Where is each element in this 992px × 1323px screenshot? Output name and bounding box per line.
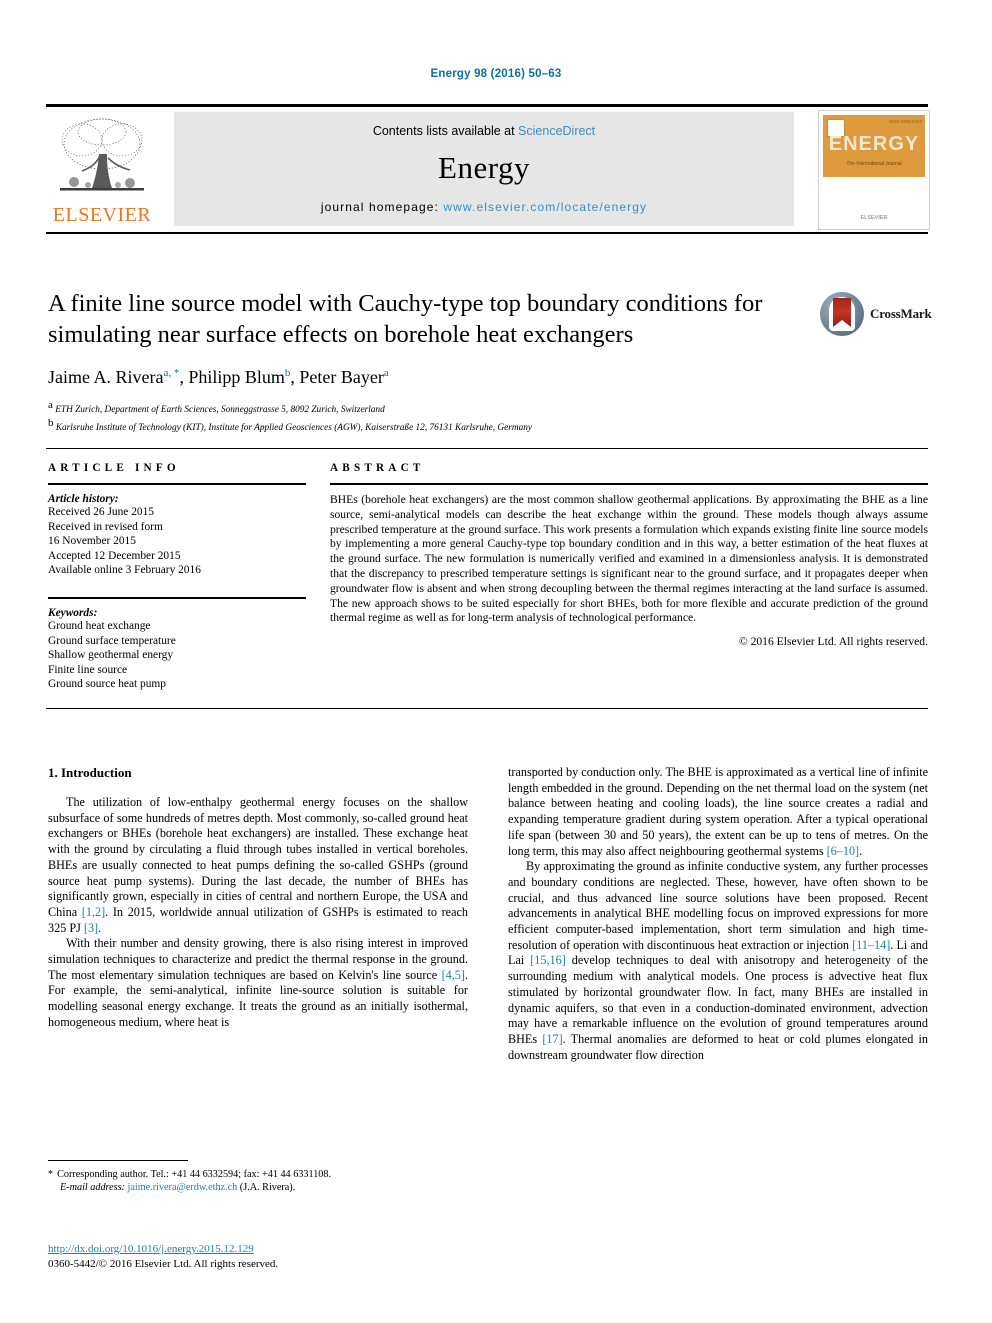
author-affil-mark: a	[383, 367, 389, 379]
page-title: A finite line source model with Cauchy-t…	[48, 290, 763, 348]
paragraph: transported by conduction only. The BHE …	[508, 765, 928, 858]
corresponding-author-note: * Corresponding author. Tel.: +41 44 6332…	[48, 1168, 468, 1181]
citation-reference[interactable]: [11–14]	[852, 938, 890, 952]
info-top-rule	[46, 448, 928, 449]
history-item: Accepted 12 December 2015	[48, 549, 181, 562]
homepage-link[interactable]: www.elsevier.com/locate/energy	[443, 200, 647, 214]
citation-reference[interactable]: [17]	[542, 1032, 562, 1046]
history-item: 16 November 2015	[48, 535, 136, 548]
affiliation-item: b Karlsruhe Institute of Technology (KIT…	[48, 417, 808, 435]
info-bottom-rule	[46, 708, 928, 709]
issn-copyright-line: 0360-5442/© 2016 Elsevier Ltd. All right…	[48, 1258, 279, 1270]
cover-issn-label: ISSN 0360-5442	[888, 119, 922, 124]
crossmark-badge[interactable]: CrossMark	[820, 292, 932, 338]
keyword-item: Ground surface temperature	[48, 634, 176, 647]
email-label: E-mail address:	[60, 1182, 125, 1194]
affiliation-mark: b	[48, 416, 54, 429]
keyword-item: Ground heat exchange	[48, 619, 151, 632]
journal-title: Energy	[438, 150, 530, 185]
abstract-column: ABSTRACT BHEs (borehole heat exchangers)…	[330, 462, 928, 648]
section-heading-introduction: 1. Introduction	[48, 765, 132, 780]
journal-cover-thumbnail: ISSN 0360-5442 ENERGY The International …	[818, 110, 930, 230]
citation-reference[interactable]: [3]	[84, 921, 98, 935]
masthead-top-rule	[46, 104, 928, 107]
keyword-item: Finite line source	[48, 663, 128, 676]
cover-title: ENERGY	[828, 133, 920, 155]
author-name: Peter Bayer	[299, 367, 384, 387]
author-affil-mark: b	[284, 367, 291, 379]
affiliation-list: a ETH Zurich, Department of Earth Scienc…	[48, 399, 808, 434]
history-item: Received 26 June 2015	[48, 506, 154, 518]
abstract-text: BHEs (borehole heat exchangers) are the …	[330, 493, 928, 625]
body-column-left: 1. Introduction The utilization of low-e…	[48, 765, 468, 1031]
affiliation-text: ETH Zurich, Department of Earth Sciences…	[55, 405, 385, 416]
footnote-block: * Corresponding author. Tel.: +41 44 6332…	[48, 1168, 468, 1195]
keyword-item: Shallow geothermal energy	[48, 649, 174, 662]
article-info-rule	[48, 483, 306, 485]
abstract-copyright: © 2016 Elsevier Ltd. All rights reserved…	[738, 635, 928, 649]
citation-reference[interactable]: [4,5]	[442, 968, 465, 982]
cover-subtitle: The International Journal	[846, 161, 902, 167]
contents-available-line: Contents lists available at ScienceDirec…	[174, 112, 794, 138]
sciencedirect-link[interactable]: ScienceDirect	[518, 124, 595, 138]
masthead-bottom-rule	[46, 232, 928, 234]
journal-masthead: ELSEVIER Contents lists available at Sci…	[46, 110, 930, 230]
paragraph: With their number and density growing, t…	[48, 936, 468, 1029]
article-history-label: Article history:	[48, 493, 119, 505]
paper-page: Energy 98 (2016) 50–63 ELSEVIER Contents…	[0, 0, 992, 1323]
keywords-label: Keywords:	[48, 606, 98, 619]
elsevier-wordmark: ELSEVIER	[52, 204, 152, 226]
history-item: Received in revised form	[48, 520, 163, 533]
footnote-star-marker: *	[48, 1169, 54, 1180]
author-name: Philipp Blum	[188, 367, 285, 387]
paragraph: By approximating the ground as infinite …	[508, 859, 928, 1062]
crossmark-circle-icon	[820, 292, 864, 336]
masthead-center-panel: Contents lists available at ScienceDirec…	[174, 112, 794, 226]
footnote-rule	[48, 1160, 188, 1161]
keyword-item: Ground source heat pump	[48, 678, 166, 691]
article-info-heading: ARTICLE INFO	[48, 462, 180, 474]
author-list: Jaime A. Riveraa, *, Philipp Blumb, Pete…	[48, 367, 389, 387]
affiliation-text: Karlsruhe Institute of Technology (KIT),…	[55, 422, 532, 433]
doi-block: http://dx.doi.org/10.1016/j.energy.2015.…	[48, 1242, 508, 1272]
corresponding-author-text: Corresponding author. Tel.: +41 44 63325…	[57, 1169, 332, 1180]
elsevier-tree-icon	[52, 114, 152, 200]
author-name: Jaime A. Rivera	[48, 367, 164, 387]
affiliation-item: a ETH Zurich, Department of Earth Scienc…	[48, 399, 808, 417]
abstract-rule	[330, 483, 928, 485]
email-owner: (J.A. Rivera).	[239, 1182, 296, 1194]
article-info-column: ARTICLE INFO Article history: Received 2…	[48, 462, 306, 692]
journal-homepage-line: journal homepage: www.elsevier.com/locat…	[174, 200, 794, 214]
affiliation-mark: a	[48, 399, 53, 411]
body-column-right: transported by conduction only. The BHE …	[508, 765, 928, 1063]
email-note: E-mail address: jaime.rivera@erdw.ethz.c…	[48, 1181, 468, 1194]
crossmark-label: CrossMark	[870, 306, 932, 321]
title-block: A finite line source model with Cauchy-t…	[48, 288, 808, 434]
running-head: Energy 98 (2016) 50–63	[430, 68, 562, 80]
keywords-rule	[48, 596, 306, 599]
abstract-heading: ABSTRACT	[330, 462, 425, 474]
doi-link[interactable]: http://dx.doi.org/10.1016/j.energy.2015.…	[48, 1242, 508, 1257]
citation-reference[interactable]: [1,2]	[82, 905, 105, 919]
history-item: Available online 3 February 2016	[48, 564, 201, 577]
author-affil-mark: a, *	[163, 367, 180, 379]
paragraph: The utilization of low-enthalpy geotherm…	[48, 795, 468, 935]
citation-reference[interactable]: [15,16]	[530, 953, 566, 967]
citation-reference[interactable]: [6–10]	[827, 844, 860, 858]
email-link[interactable]: jaime.rivera@erdw.ethz.ch	[128, 1182, 238, 1193]
contents-prefix: Contents lists available at	[372, 124, 519, 138]
elsevier-logo: ELSEVIER	[46, 112, 158, 228]
homepage-label: journal homepage:	[320, 200, 444, 214]
cover-publisher: ELSEVIER	[860, 215, 888, 221]
